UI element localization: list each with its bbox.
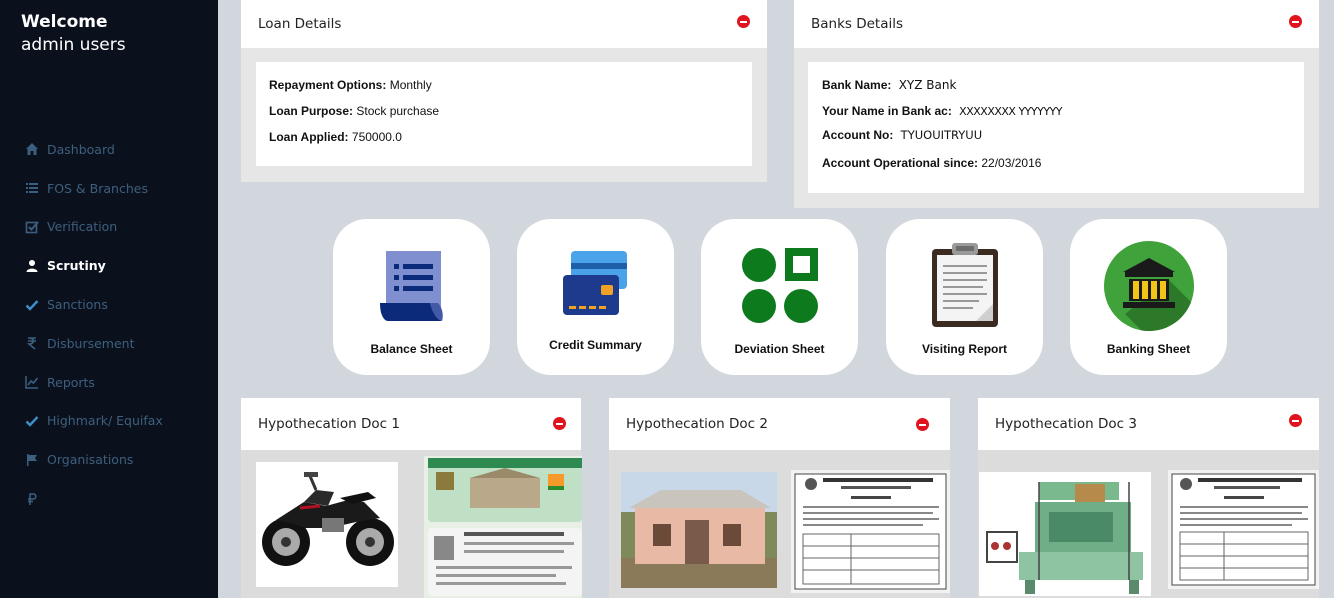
home-icon	[24, 142, 40, 156]
panel-header: Hypothecation Doc 1	[241, 398, 581, 450]
repayment-label: Repayment Options:	[269, 78, 387, 92]
sidebar-item-sanctions[interactable]: Sanctions	[0, 285, 218, 324]
sidebar-item-label: Disbursement	[47, 335, 135, 351]
deviation-grid-icon	[741, 248, 818, 323]
panel-header: Banks Details	[794, 0, 1319, 48]
bank-icon	[1103, 241, 1194, 331]
sidebar-item-disbursement[interactable]: Disbursement	[0, 324, 218, 363]
remove-panel-icon[interactable]	[737, 15, 750, 28]
ruble-icon	[24, 492, 40, 506]
bank-name-label: Bank Name:	[822, 78, 892, 92]
panel-header: Hypothecation Doc 2	[609, 398, 950, 450]
certificate-image[interactable]	[1168, 470, 1319, 589]
panel-title: Hypothecation Doc 1	[258, 416, 400, 432]
sidebar-item-reports[interactable]: Reports	[0, 363, 218, 402]
balance-sheet-tile[interactable]: Balance Sheet	[333, 219, 490, 375]
remove-panel-icon[interactable]	[1289, 414, 1302, 427]
bank-details-panel: Banks Details Bank Name: XYZ Bank Your N…	[794, 0, 1319, 208]
sidebar-item-scrutiny[interactable]: Scrutiny	[0, 246, 218, 285]
user-name: admin users	[21, 35, 126, 55]
sidebar-item-label: Dashboard	[47, 141, 115, 157]
sidebar-item-verification[interactable]: Verification	[0, 208, 218, 247]
repayment-value: Monthly	[389, 78, 432, 92]
account-no-row: Account No: TYUOUITRYUU	[822, 128, 982, 142]
purpose-value: Stock purchase	[356, 104, 440, 118]
welcome-text: Welcome	[21, 12, 108, 32]
applied-label: Loan Applied:	[269, 130, 349, 144]
sidebar: Welcome admin users Dashboard FOS & Bran…	[0, 0, 218, 598]
banking-sheet-tile[interactable]: Banking Sheet	[1070, 219, 1227, 375]
panel-title: Loan Details	[258, 16, 342, 32]
panel-header: Hypothecation Doc 3	[978, 398, 1319, 450]
sidebar-item-organisations[interactable]: Organisations	[0, 440, 218, 479]
rupee-icon	[24, 336, 40, 350]
certificate-image[interactable]	[791, 470, 950, 593]
balance-sheet-icon	[379, 251, 443, 321]
check-icon	[24, 298, 40, 312]
loan-details-panel: Loan Details Repayment Options: Monthly …	[241, 0, 767, 182]
sidebar-item-label: Sanctions	[47, 297, 108, 313]
sidebar-item-highmark-equifax[interactable]: Highmark/ Equifax	[0, 402, 218, 441]
tile-label: Credit Summary	[549, 338, 642, 352]
sidebar-item-dashboard[interactable]: Dashboard	[0, 130, 218, 169]
credit-summary-tile[interactable]: Credit Summary	[517, 219, 674, 375]
sidebar-item-label: Verification	[47, 219, 118, 235]
account-no-value: TYUOUITRYUU	[900, 128, 983, 142]
list-icon	[24, 181, 40, 195]
bank-details-body: Bank Name: XYZ Bank Your Name in Bank ac…	[808, 62, 1304, 193]
operational-since-value: 22/03/2016	[981, 156, 1042, 170]
check-icon	[24, 414, 40, 428]
registration-card-image[interactable]	[424, 456, 582, 598]
tile-label: Balance Sheet	[370, 342, 453, 356]
line-chart-icon	[24, 375, 40, 389]
clipboard-icon	[931, 243, 998, 327]
sidebar-item-label: Organisations	[47, 452, 134, 468]
sidebar-nav: Dashboard FOS & Branches Verification Sc…	[0, 130, 218, 518]
bank-name-row: Bank Name: XYZ Bank	[822, 78, 956, 92]
panel-title: Hypothecation Doc 2	[626, 416, 768, 432]
panel-title: Hypothecation Doc 3	[995, 416, 1137, 432]
flag-icon	[24, 453, 40, 467]
user-icon	[24, 259, 40, 273]
loan-details-body: Repayment Options: Monthly Loan Purpose:…	[256, 62, 752, 166]
visiting-report-tile[interactable]: Visiting Report	[886, 219, 1043, 375]
sidebar-item-ruble[interactable]	[0, 479, 218, 518]
credit-card-icon	[562, 251, 627, 315]
account-name-value: XXXXXXXX YYYYYYY	[959, 105, 1062, 118]
tile-label: Banking Sheet	[1106, 342, 1191, 356]
house-image[interactable]	[621, 472, 777, 588]
operational-since-row: Account Operational since: 22/03/2016	[822, 156, 1041, 170]
panel-title: Banks Details	[811, 16, 904, 32]
sidebar-item-label: Reports	[47, 374, 95, 390]
sidebar-item-label: FOS & Branches	[47, 180, 148, 196]
account-name-row: Your Name in Bank ac: XXXXXXXX YYYYYYY	[822, 104, 1062, 118]
sidebar-item-label: Scrutiny	[47, 258, 106, 274]
repayment-row: Repayment Options: Monthly	[269, 78, 432, 92]
applied-row: Loan Applied: 750000.0	[269, 130, 402, 144]
tile-label: Deviation Sheet	[734, 342, 825, 356]
welcome-block: Welcome admin users	[21, 11, 126, 57]
sidebar-item-label: Highmark/ Equifax	[47, 413, 163, 429]
remove-panel-icon[interactable]	[1289, 15, 1302, 28]
loom-machine-image[interactable]	[979, 472, 1151, 596]
bank-name-value: XYZ Bank	[898, 78, 957, 92]
deviation-sheet-tile[interactable]: Deviation Sheet	[701, 219, 858, 375]
operational-since-label: Account Operational since:	[822, 156, 979, 170]
motorcycle-image[interactable]	[256, 462, 398, 587]
purpose-label: Loan Purpose:	[269, 104, 354, 118]
sidebar-item-fos-branches[interactable]: FOS & Branches	[0, 169, 218, 208]
check-square-icon	[24, 220, 40, 234]
remove-panel-icon[interactable]	[916, 418, 929, 431]
panel-header: Loan Details	[241, 0, 767, 48]
account-name-label: Your Name in Bank ac:	[822, 104, 952, 118]
purpose-row: Loan Purpose: Stock purchase	[269, 104, 439, 118]
remove-panel-icon[interactable]	[553, 417, 566, 430]
applied-value: 750000.0	[351, 130, 402, 144]
account-no-label: Account No:	[822, 128, 894, 142]
tile-label: Visiting Report	[921, 342, 1008, 356]
